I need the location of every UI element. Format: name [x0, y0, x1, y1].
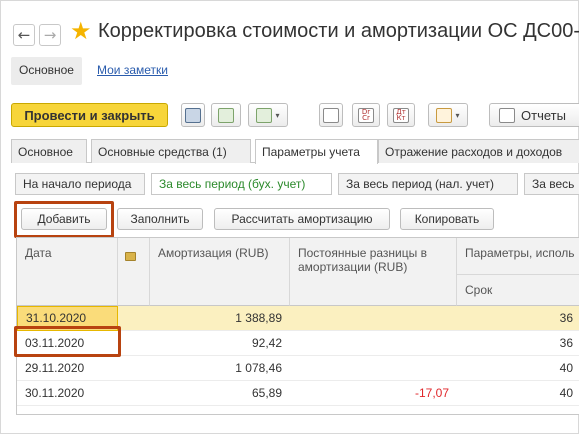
cell-term[interactable]: 40 — [457, 381, 579, 406]
cell-permanent-diff[interactable] — [290, 356, 457, 381]
post-document-icon — [218, 107, 234, 123]
forward-arrow-icon[interactable]: → — [39, 24, 61, 46]
cell-term[interactable]: 40 — [457, 356, 579, 381]
page-title: Корректировка стоимости и амортизации ОС… — [98, 20, 579, 42]
cell-term[interactable]: 36 — [457, 306, 579, 331]
subtab-notes-link[interactable]: Мои заметки — [97, 63, 168, 77]
dt-kt-button[interactable]: Дт Кт — [387, 103, 415, 127]
column-header-lock — [118, 238, 150, 306]
column-header-term[interactable]: Срок — [457, 274, 579, 306]
post-and-close-button[interactable]: Провести и закрыть — [11, 103, 168, 127]
structure-button[interactable] — [319, 103, 343, 127]
cell-amortization[interactable]: 92,42 — [150, 331, 290, 356]
document-structure-icon — [323, 107, 339, 123]
period-tab-start[interactable]: На начало периода — [15, 173, 145, 195]
copy-button[interactable]: Копировать — [400, 208, 494, 230]
period-tab-accounting[interactable]: За весь период (бух. учет) — [151, 173, 332, 195]
print-icon — [436, 107, 453, 123]
chevron-down-icon: ▾ — [275, 110, 280, 120]
reports-button[interactable]: Отчеты — [489, 103, 579, 127]
save-icon — [185, 107, 201, 123]
post-button[interactable] — [211, 103, 241, 127]
print-button[interactable]: ▾ — [428, 103, 468, 127]
dt-cr-button[interactable]: Dr Cr — [352, 103, 380, 127]
cell-permanent-diff[interactable]: -17,07 — [290, 381, 457, 406]
tab-fixed-assets[interactable]: Основные средства (1) — [91, 139, 251, 163]
cell-permanent-diff[interactable] — [290, 306, 457, 331]
main-tabs: Основное Основные средства (1) Параметры… — [11, 139, 579, 164]
cell-amortization[interactable]: 1 388,89 — [150, 306, 290, 331]
period-tab-tax[interactable]: За весь период (нал. учет) — [338, 173, 518, 195]
reports-label: Отчеты — [521, 107, 566, 123]
period-tabs: На начало периода За весь период (бух. у… — [15, 173, 579, 195]
column-header-date[interactable]: Дата — [17, 238, 118, 306]
create-based-on-button[interactable]: ▾ — [248, 103, 288, 127]
chevron-down-icon: ▾ — [455, 110, 460, 120]
tab-main[interactable]: Основное — [11, 139, 87, 163]
column-header-params[interactable]: Параметры, исполь — [457, 238, 579, 274]
tab-accounting-params[interactable]: Параметры учета — [255, 139, 378, 164]
calculate-amortization-button[interactable]: Рассчитать амортизацию — [214, 208, 390, 230]
reports-icon — [499, 107, 515, 123]
subtab-main[interactable]: Основное — [11, 57, 82, 85]
column-header-amortization[interactable]: Амортизация (RUB) — [150, 238, 290, 306]
add-button-highlight — [14, 201, 114, 238]
cell-amortization[interactable]: 65,89 — [150, 381, 290, 406]
cell-amortization[interactable]: 1 078,46 — [150, 356, 290, 381]
save-button[interactable] — [181, 103, 205, 127]
tab-expenses-income[interactable]: Отражение расходов и доходов — [378, 139, 579, 163]
table-row[interactable]: 30.11.2020 65,89 -17,07 40 — [17, 381, 579, 406]
cell-date[interactable]: 29.11.2020 — [17, 356, 118, 381]
dt-kt-icon: Дт Кт — [393, 107, 409, 123]
fill-button[interactable]: Заполнить — [117, 208, 203, 230]
cell-permanent-diff[interactable] — [290, 331, 457, 356]
date-row-highlight — [14, 326, 121, 357]
period-tab-more[interactable]: За весь — [524, 173, 579, 195]
favorite-star-icon[interactable]: ★ — [70, 19, 92, 43]
lock-icon — [125, 252, 136, 261]
create-based-on-icon — [256, 107, 273, 123]
cell-term[interactable]: 36 — [457, 331, 579, 356]
back-arrow-icon[interactable]: ← — [13, 24, 35, 46]
cell-date[interactable]: 30.11.2020 — [17, 381, 118, 406]
window-frame: ← → ★ Корректировка стоимости и амортиза… — [0, 0, 579, 434]
dt-cr-icon: Dr Cr — [358, 107, 374, 123]
column-header-permanent-diff[interactable]: Постоянные разницы в амортизации (RUB) — [290, 238, 457, 306]
table-row[interactable]: 29.11.2020 1 078,46 40 — [17, 356, 579, 381]
